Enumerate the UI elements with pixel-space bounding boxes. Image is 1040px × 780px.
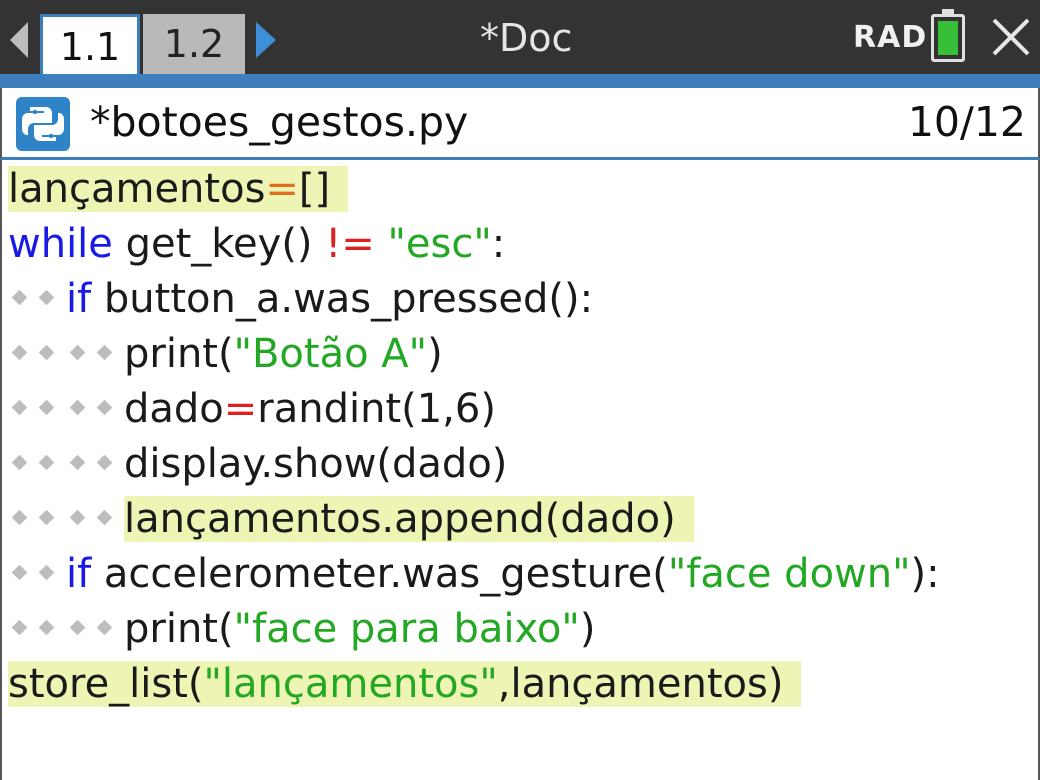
indent-marker-icon — [8, 547, 66, 602]
code-line-7[interactable]: lançamentos.append(dado) — [8, 492, 694, 547]
code-token: ) — [427, 331, 443, 377]
code-token: ) — [579, 606, 596, 652]
code-line-5[interactable]: dado=randint(1,6) — [8, 382, 496, 437]
code-token: ): — [910, 551, 940, 597]
code-token: print( — [124, 606, 234, 652]
indent-marker-icon — [8, 272, 66, 327]
code-string: "esc" — [387, 221, 492, 267]
code-token: button_a.was_pressed(): — [91, 276, 594, 322]
code-string: "Botão A" — [233, 331, 428, 377]
indent-marker-icon — [8, 327, 66, 382]
code-token: display.show(dado) — [124, 441, 508, 487]
code-token: get_key() — [112, 221, 326, 267]
code-token: ,lançamentos) — [497, 661, 784, 707]
highlight: lançamentos.append(dado) — [124, 496, 694, 542]
code-line-4[interactable]: print("Botão A") — [8, 327, 443, 382]
code-token: : — [491, 221, 506, 267]
tab-scroll-left-icon[interactable] — [10, 22, 28, 58]
code-line-1[interactable]: lançamentos=[] — [8, 162, 349, 217]
code-line-6[interactable]: display.show(dado) — [8, 437, 507, 492]
tab-underline — [0, 74, 1040, 88]
indent-marker-icon — [8, 382, 66, 437]
code-token: = — [265, 166, 299, 212]
code-editor[interactable]: lançamentos=[] while get_key() != "esc":… — [0, 160, 1040, 780]
indent-marker-icon — [66, 602, 124, 657]
code-line-10[interactable]: store_list("lançamentos",lançamentos) — [8, 657, 802, 712]
indent-marker-icon — [66, 492, 124, 547]
indent-marker-icon — [8, 492, 66, 547]
code-string: "face down" — [667, 551, 911, 597]
code-string: "lançamentos" — [203, 661, 498, 707]
code-keyword: while — [8, 221, 113, 267]
code-operator: != — [325, 221, 375, 267]
code-token: accelerometer.was_gesture( — [91, 551, 668, 597]
python-icon — [16, 97, 70, 151]
angle-mode-indicator: RAD — [853, 20, 928, 55]
document-title: *Doc — [480, 16, 573, 60]
file-name: *botoes_gestos.py — [90, 98, 469, 146]
code-keyword: if — [66, 551, 92, 597]
code-token: store_list( — [8, 661, 204, 707]
tab-1-2[interactable]: 1.2 — [143, 14, 245, 74]
indent-marker-icon — [8, 602, 66, 657]
code-operator: = — [223, 386, 258, 432]
calculator-screen: 1.1 1.2 *Doc RAD *botoes_gestos.py 10/12… — [0, 0, 1040, 780]
indent-marker-icon — [66, 327, 124, 382]
tab-label: 1.2 — [163, 22, 225, 66]
battery-icon — [931, 9, 965, 62]
code-keyword: if — [66, 276, 92, 322]
line-position: 10/12 — [907, 98, 1026, 146]
code-line-3[interactable]: if button_a.was_pressed(): — [8, 272, 593, 327]
code-token: randint(1,6) — [257, 386, 496, 432]
indent-marker-icon — [8, 437, 66, 492]
indent-marker-icon — [66, 437, 124, 492]
code-token: [] — [298, 166, 331, 212]
top-bar: 1.1 1.2 *Doc RAD — [0, 0, 1040, 88]
highlight: store_list("lançamentos",lançamentos) — [8, 661, 802, 707]
highlight: lançamentos=[] — [8, 166, 349, 212]
code-token: dado — [124, 386, 224, 432]
close-icon[interactable] — [988, 14, 1034, 60]
editor-header: *botoes_gestos.py 10/12 — [0, 88, 1040, 160]
code-line-8[interactable]: if accelerometer.was_gesture("face down"… — [8, 547, 940, 602]
code-string: "face para baixo" — [233, 606, 580, 652]
code-line-2[interactable]: while get_key() != "esc": — [8, 217, 505, 272]
code-token: print( — [124, 331, 234, 377]
indent-marker-icon — [66, 382, 124, 437]
battery-level — [938, 21, 958, 55]
code-token: lançamentos — [8, 166, 266, 212]
code-line-9[interactable]: print("face para baixo") — [8, 602, 595, 657]
tab-scroll-right-icon[interactable] — [256, 22, 276, 58]
